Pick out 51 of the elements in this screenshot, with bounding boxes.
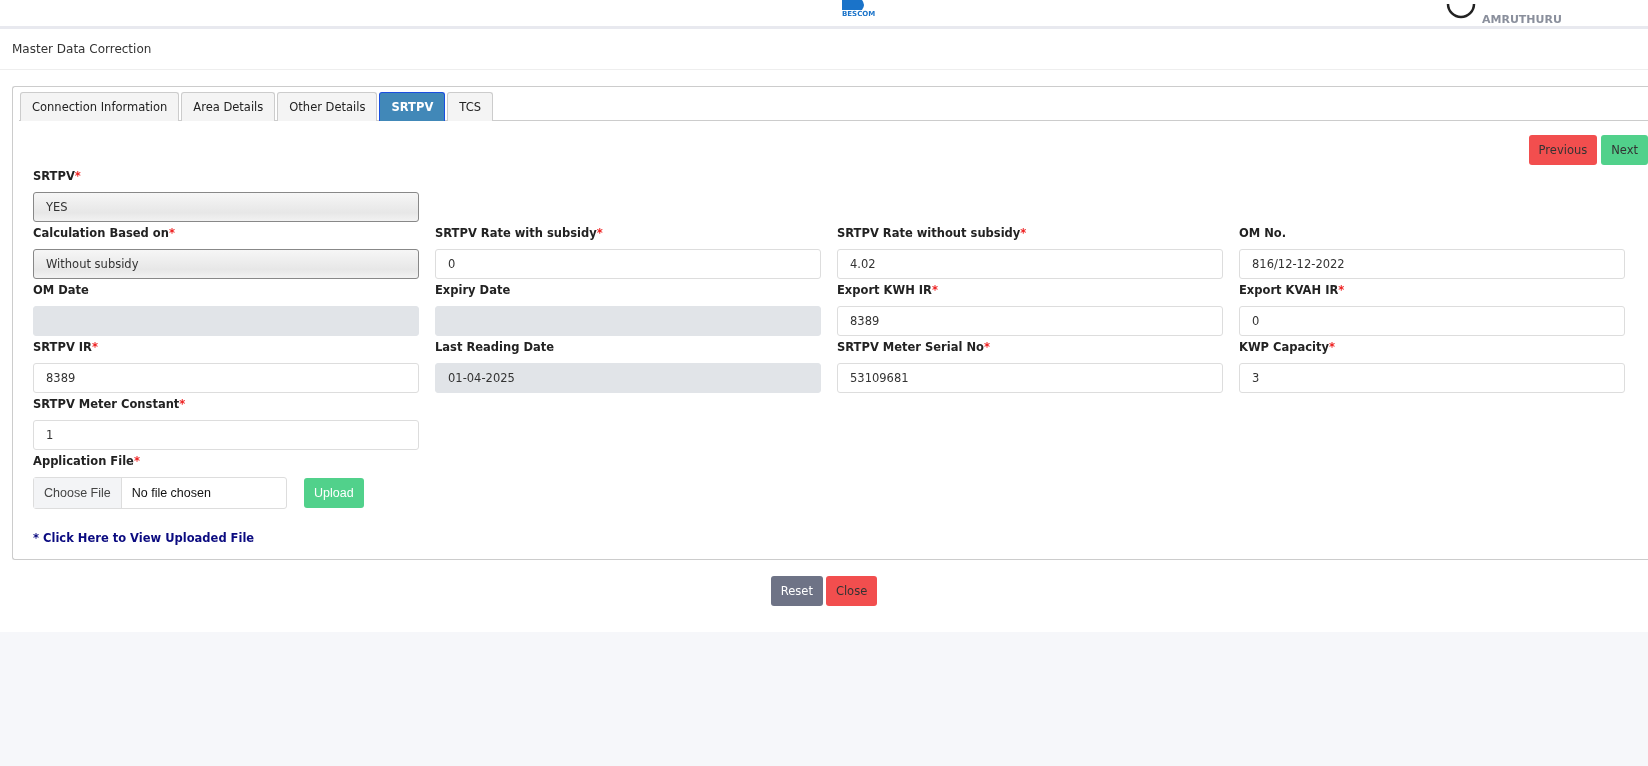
footer-button[interactable]: Close (825, 576, 878, 606)
required-mark: * (1338, 283, 1345, 297)
user-name: AMRUTHURU (1482, 14, 1562, 26)
input-field[interactable]: 8389 (33, 363, 419, 393)
footer-button[interactable]: Reset (770, 576, 823, 606)
tab[interactable]: Connection Information (20, 92, 180, 121)
field-label: OM No. (1239, 226, 1288, 241)
field-label: Calculation Based on* (33, 226, 176, 241)
required-mark: * (983, 340, 990, 354)
input-field[interactable]: 816/12-12-2022 (1239, 249, 1625, 279)
select-field[interactable]: YES (33, 192, 419, 222)
page-title: Master Data Correction (12, 42, 152, 56)
input-field[interactable]: 3 (1239, 363, 1625, 393)
required-mark: * (91, 340, 98, 354)
required-mark: * (133, 454, 140, 468)
tab[interactable]: Area Details (181, 92, 276, 121)
disabled-field: 01-04-2025 (435, 363, 821, 393)
input-field[interactable]: 0 (435, 249, 821, 279)
field-label: SRTPV Meter Serial No* (837, 340, 991, 355)
required-mark: * (1020, 226, 1027, 240)
nav-button[interactable]: Next (1601, 135, 1648, 165)
required-mark: * (596, 226, 603, 240)
field-label: Expiry Date (435, 283, 512, 298)
file-input[interactable]: Choose File No file chosen (33, 477, 287, 509)
nav-button[interactable]: Previous (1528, 135, 1598, 165)
select-field[interactable]: Without subsidy (33, 249, 419, 279)
field-label: Application File* (33, 454, 141, 469)
field-label: OM Date (33, 283, 90, 298)
input-field[interactable]: 4.02 (837, 249, 1223, 279)
field-label: KWP Capacity* (1239, 340, 1336, 355)
input-field[interactable]: 8389 (837, 306, 1223, 336)
field-label: Export KVAH IR* (1239, 283, 1346, 298)
field-label: Last Reading Date (435, 340, 556, 355)
required-mark: * (931, 283, 938, 297)
field-label: SRTPV* (33, 169, 82, 184)
field-label: SRTPV Meter Constant* (33, 397, 187, 412)
required-mark: * (74, 169, 81, 183)
tab[interactable]: SRTPV (379, 92, 446, 121)
tab[interactable]: TCS (447, 92, 493, 121)
field-label: SRTPV Rate without subsidy* (837, 226, 1028, 241)
input-field[interactable]: 53109681 (837, 363, 1223, 393)
required-mark: * (179, 397, 186, 411)
required-mark: * (1329, 340, 1335, 354)
required-mark: * (168, 226, 175, 240)
input-field[interactable]: 1 (33, 420, 419, 450)
field-label: SRTPV Rate with subsidy* (435, 226, 604, 241)
field-label: Export KWH IR* (837, 283, 939, 298)
tab[interactable]: Other Details (277, 92, 378, 121)
input-field[interactable]: 0 (1239, 306, 1625, 336)
field-label: SRTPV IR* (33, 340, 99, 355)
view-file-link[interactable]: * Click Here to View Uploaded File (33, 531, 255, 545)
